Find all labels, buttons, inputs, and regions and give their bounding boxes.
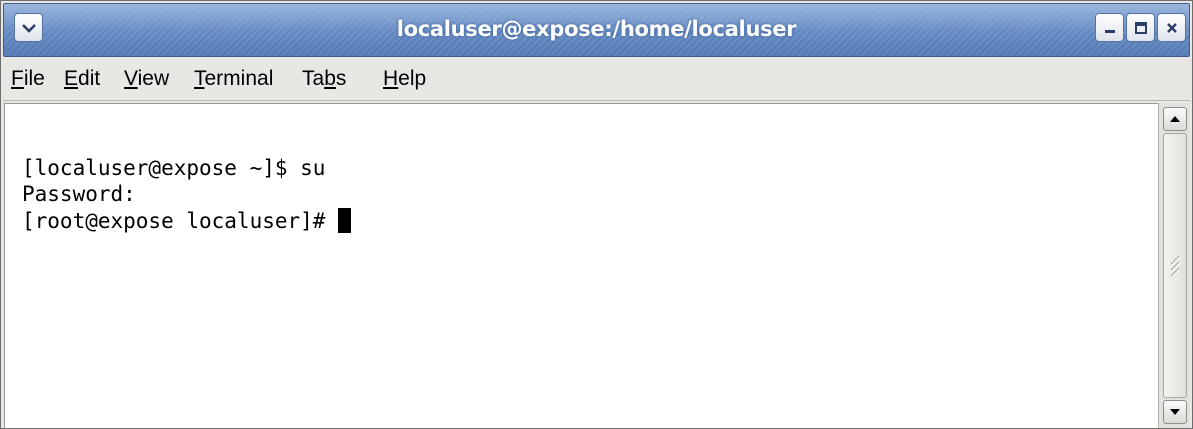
maximize-button[interactable] bbox=[1126, 13, 1155, 42]
maximize-icon bbox=[1134, 21, 1147, 34]
terminal-line: [localuser@expose ~]$ su bbox=[22, 156, 326, 180]
menu-view-rest: iew bbox=[137, 67, 170, 90]
menu-view-mnemonic: V bbox=[124, 67, 138, 90]
arrow-up-icon bbox=[1170, 116, 1180, 122]
menu-help-rest: elp bbox=[398, 67, 427, 90]
grip-icon bbox=[1170, 255, 1181, 278]
terminal-prompt-line: [root@expose localuser]# bbox=[22, 208, 352, 235]
terminal-window: localuser@expose:/home/localuser File Ed… bbox=[0, 0, 1193, 429]
menu-tabs-mnemonic: b bbox=[324, 67, 336, 90]
menu-edit-rest: dit bbox=[78, 67, 101, 90]
minimize-icon bbox=[1104, 29, 1115, 33]
menu-terminal-rest: erminal bbox=[204, 67, 274, 90]
title-bar[interactable]: localuser@expose:/home/localuser bbox=[3, 3, 1190, 57]
minimize-button[interactable] bbox=[1095, 13, 1124, 42]
menu-view[interactable]: View bbox=[120, 65, 173, 93]
menu-tabs[interactable]: Tabs bbox=[298, 65, 350, 93]
terminal-output[interactable]: [localuser@expose ~]$ su Password: [root… bbox=[4, 103, 1158, 428]
menu-tabs-pre: Ta bbox=[302, 67, 325, 90]
close-button[interactable] bbox=[1157, 13, 1186, 42]
arrow-down-icon bbox=[1170, 409, 1180, 415]
text-cursor bbox=[338, 208, 352, 233]
menu-edit-mnemonic: E bbox=[64, 67, 79, 90]
menu-terminal[interactable]: Terminal bbox=[190, 65, 277, 93]
menu-file-mnemonic: F bbox=[11, 67, 24, 90]
menu-tabs-rest: s bbox=[335, 67, 347, 90]
terminal-line: Password: bbox=[22, 182, 136, 206]
scroll-thumb[interactable] bbox=[1163, 133, 1187, 398]
menu-bar: File Edit View Terminal Tabs Help bbox=[3, 59, 1190, 101]
vertical-scrollbar[interactable] bbox=[1158, 103, 1190, 428]
menu-edit[interactable]: Edit bbox=[60, 65, 104, 93]
menu-file-rest: ile bbox=[23, 67, 45, 90]
scroll-down-button[interactable] bbox=[1163, 400, 1187, 424]
terminal-line: [root@expose localuser]# bbox=[22, 209, 339, 233]
scroll-up-button[interactable] bbox=[1163, 107, 1187, 131]
window-title: localuser@expose:/home/localuser bbox=[396, 17, 797, 41]
menu-file[interactable]: File bbox=[7, 65, 49, 93]
close-icon bbox=[1166, 22, 1177, 33]
menu-terminal-mnemonic: T bbox=[194, 67, 205, 90]
menu-help-mnemonic: H bbox=[383, 67, 399, 90]
menu-help[interactable]: Help bbox=[379, 65, 430, 93]
